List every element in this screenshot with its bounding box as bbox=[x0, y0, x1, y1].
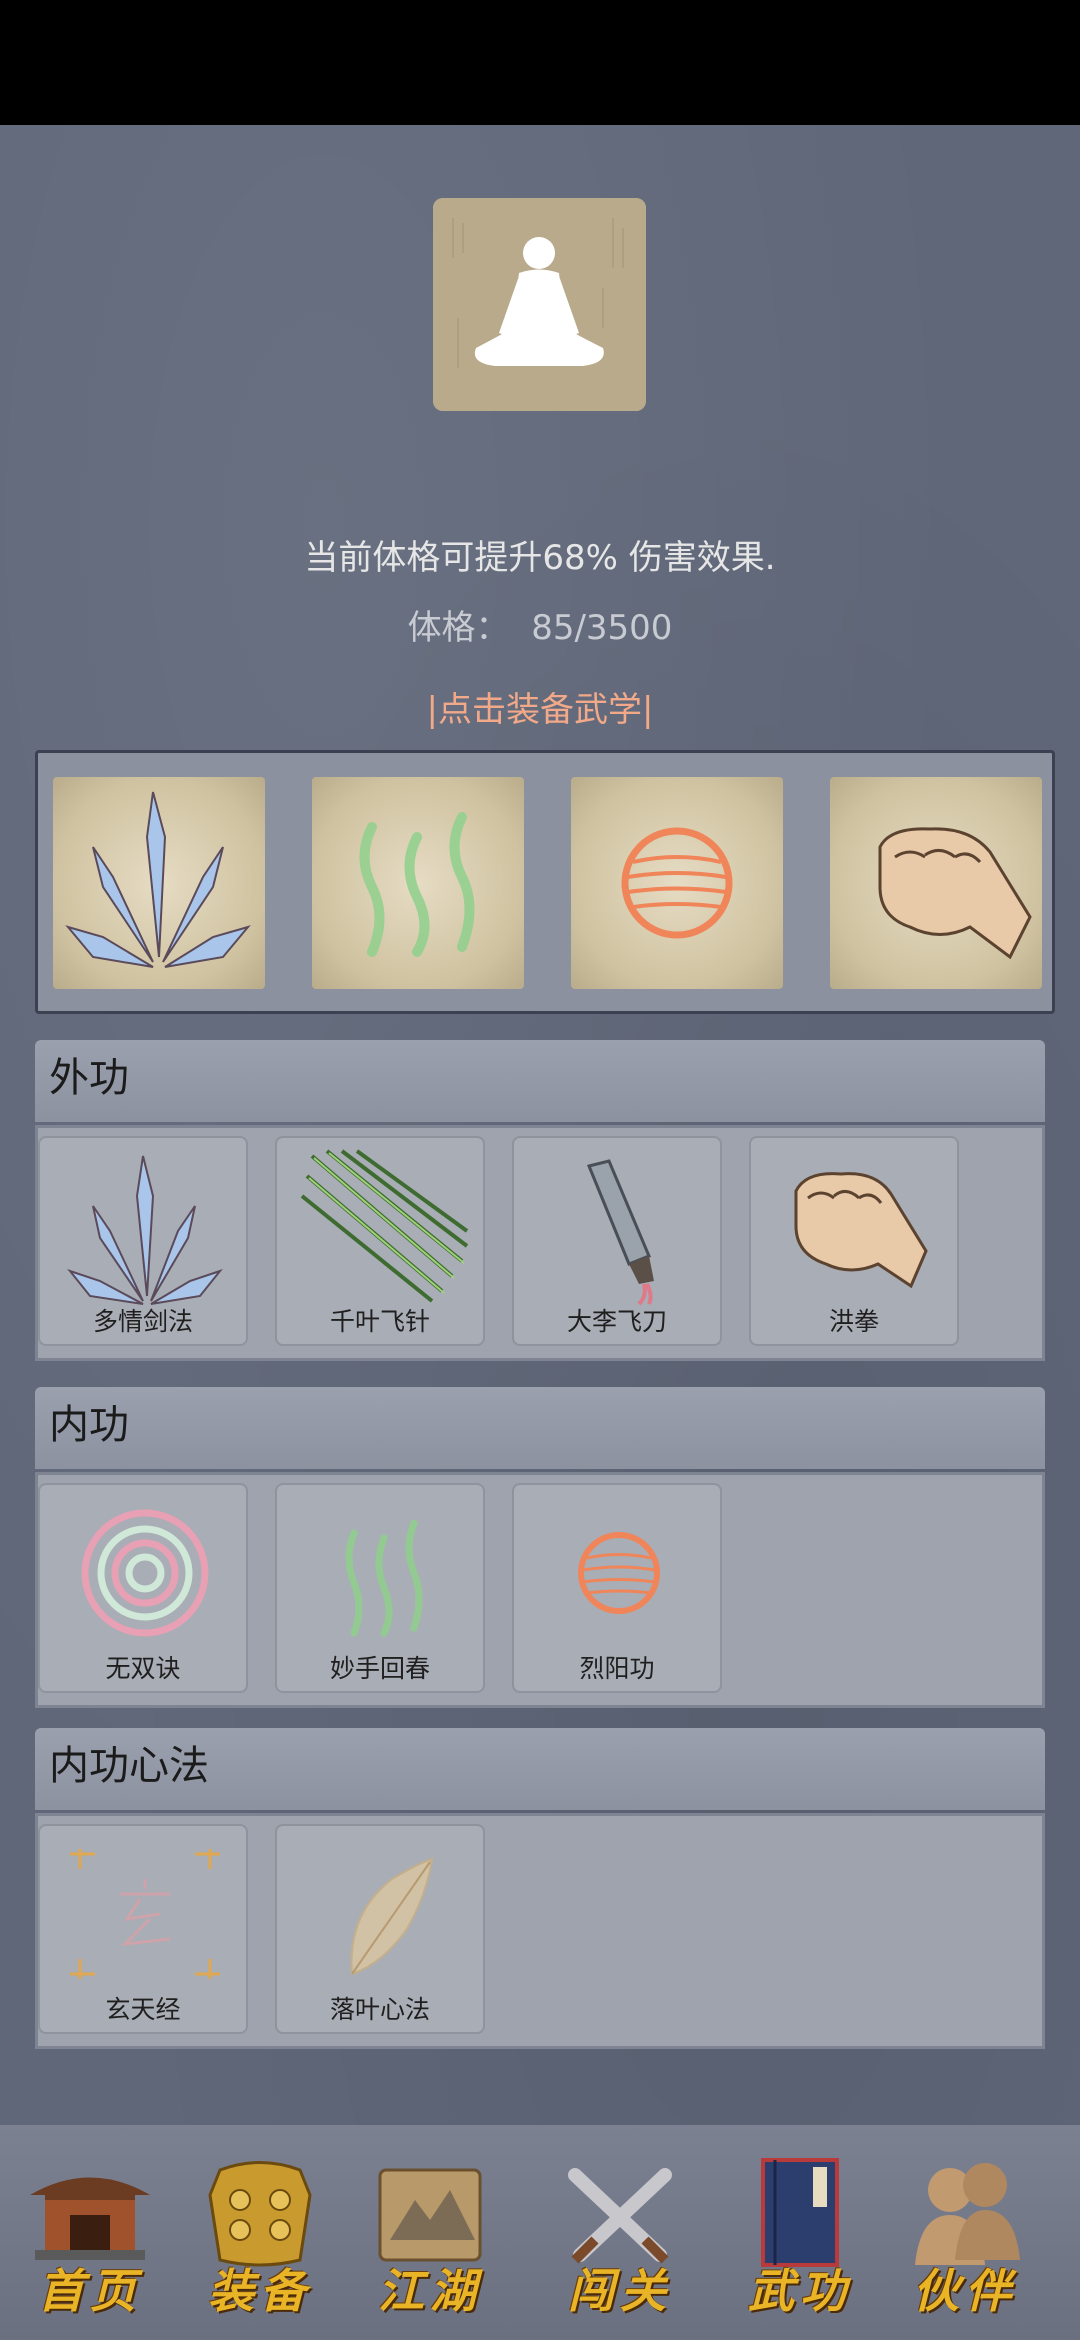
equip-martial-link[interactable]: |点击装备武学| bbox=[0, 682, 1080, 731]
skill-name: 无双诀 bbox=[105, 1654, 181, 1683]
skill-name: 落叶心法 bbox=[329, 1995, 430, 2024]
crystal-sword-icon bbox=[65, 791, 251, 968]
green-waves-icon bbox=[345, 1519, 423, 1637]
nav-label: 江湖 bbox=[378, 2264, 482, 2318]
skill-card[interactable]: 落叶心法 bbox=[275, 1824, 485, 2034]
section-header-neigong: 内功 bbox=[35, 1387, 1045, 1469]
section-body-neigong: 无双诀 妙手回春 烈阳功 bbox=[35, 1472, 1045, 1708]
skill-name: 千叶飞针 bbox=[329, 1307, 430, 1336]
skill-name: 洪拳 bbox=[828, 1307, 879, 1336]
equip-slot-3[interactable] bbox=[571, 777, 783, 989]
nav-item-jianghu[interactable]: 江湖 bbox=[350, 2155, 510, 2325]
skill-card[interactable]: 多情剑法 bbox=[38, 1136, 248, 1346]
nav-item-partners[interactable]: 伙伴 bbox=[885, 2155, 1045, 2325]
nav-item-equipment[interactable]: 装备 bbox=[180, 2155, 340, 2325]
skill-card[interactable]: 大李飞刀 bbox=[512, 1136, 722, 1346]
stat-label: 体格： bbox=[407, 608, 510, 648]
xuan-scroll-icon bbox=[70, 1849, 220, 1979]
fist-icon bbox=[794, 1172, 928, 1289]
meditation-icon bbox=[433, 198, 646, 411]
section-body-neigong-xinfa: 玄天经 落叶心法 bbox=[35, 1813, 1045, 2049]
status-bar bbox=[0, 0, 1080, 125]
equipped-panel bbox=[35, 750, 1055, 1014]
skill-name: 玄天经 bbox=[105, 1995, 181, 2024]
skill-card[interactable]: 洪拳 bbox=[749, 1136, 959, 1346]
nav-label: 闯关 bbox=[568, 2264, 672, 2318]
spiral-icon bbox=[81, 1509, 209, 1637]
nav-item-martial[interactable]: 武功 bbox=[720, 2155, 880, 2325]
section-body-waigong: 多情剑法 千叶飞针 大李飞刀 洪拳 bbox=[35, 1125, 1045, 1361]
leaf-icon bbox=[350, 1857, 434, 1976]
skill-name: 多情剑法 bbox=[92, 1307, 193, 1336]
bottom-nav: 首页 装备 江湖 闯关 武功 伙伴 bbox=[0, 2125, 1080, 2340]
nav-item-challenge[interactable]: 闯关 bbox=[540, 2155, 700, 2325]
skill-name: 大李飞刀 bbox=[566, 1307, 667, 1336]
crystal-sword-icon bbox=[67, 1155, 223, 1305]
fire-orb-icon bbox=[621, 827, 733, 939]
skill-card[interactable]: 烈阳功 bbox=[512, 1483, 722, 1693]
skill-name: 烈阳功 bbox=[579, 1654, 655, 1683]
bonus-text: 当前体格可提升68% 伤害效果. bbox=[304, 538, 776, 578]
nav-item-home[interactable]: 首页 bbox=[10, 2155, 170, 2325]
skill-name: 妙手回春 bbox=[329, 1654, 430, 1683]
skill-card[interactable]: 玄天经 bbox=[38, 1824, 248, 2034]
equip-slot-1[interactable] bbox=[53, 777, 265, 989]
nav-label: 装备 bbox=[208, 2264, 312, 2318]
equip-slot-2[interactable] bbox=[312, 777, 524, 989]
skill-card[interactable]: 妙手回春 bbox=[275, 1483, 485, 1693]
nav-label: 伙伴 bbox=[913, 2264, 1017, 2318]
stat-line: 体格： 85/3500 bbox=[0, 600, 1080, 649]
nav-label: 首页 bbox=[38, 2264, 142, 2318]
green-waves-icon bbox=[359, 812, 475, 957]
skill-card[interactable]: 无双诀 bbox=[38, 1483, 248, 1693]
flying-knife-icon bbox=[586, 1159, 654, 1306]
flying-needles-icon bbox=[300, 1149, 469, 1303]
equip-slot-4[interactable] bbox=[830, 777, 1042, 989]
stat-value: 85/3500 bbox=[531, 608, 673, 648]
skill-card[interactable]: 千叶飞针 bbox=[275, 1136, 485, 1346]
section-header-waigong: 外功 bbox=[35, 1040, 1045, 1122]
meditation-avatar bbox=[433, 198, 646, 411]
fire-orb-icon bbox=[578, 1532, 660, 1614]
fist-icon bbox=[878, 827, 1032, 960]
section-header-neigong-xinfa: 内功心法 bbox=[35, 1728, 1045, 1810]
nav-label: 武功 bbox=[748, 2264, 852, 2318]
